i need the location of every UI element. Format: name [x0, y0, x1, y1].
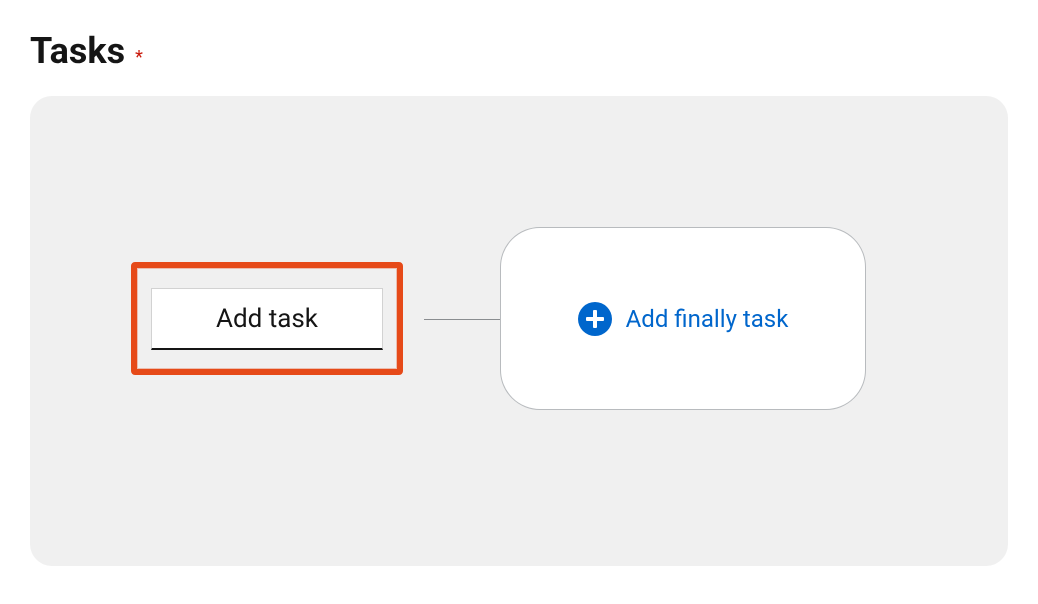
- tasks-canvas: Add task Add finally task: [30, 96, 1008, 566]
- add-task-label: Add task: [216, 304, 318, 334]
- add-finally-task-label: Add finally task: [626, 305, 789, 333]
- add-task-button[interactable]: Add task: [151, 288, 383, 350]
- required-asterisk: *: [135, 47, 143, 68]
- plus-circle-icon: [578, 302, 612, 336]
- section-title: Tasks: [30, 30, 125, 72]
- connector-line: [424, 319, 502, 320]
- section-heading-row: Tasks *: [30, 30, 1008, 72]
- add-task-highlight: Add task: [131, 262, 403, 375]
- add-finally-task-button[interactable]: Add finally task: [500, 227, 866, 410]
